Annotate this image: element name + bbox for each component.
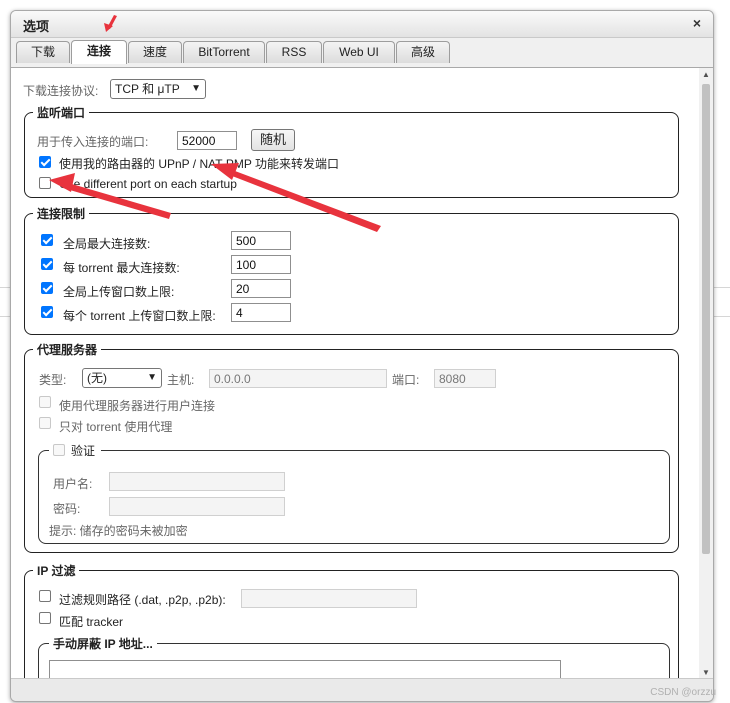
tab-rss[interactable]: RSS	[266, 41, 322, 63]
tab-annotation-arrow	[104, 15, 117, 32]
tab-bittorrent[interactable]: BitTorrent	[183, 41, 265, 63]
annotation-arrow	[63, 182, 171, 219]
dialog-title: 选项	[23, 19, 50, 34]
vertical-scrollbar[interactable]: ▲ ▼	[699, 68, 713, 680]
options-dialog: 选项 × 下载 连接 速度 BitTorrent RSS Web UI 高级 下…	[10, 10, 714, 702]
tab-download[interactable]: 下载	[16, 41, 70, 63]
connection-settings: 下载连接协议: TCP 和 μTP ▼ 监听端口 用于传入连接的端口: 5200…	[11, 68, 695, 680]
tab-connection[interactable]: 连接	[71, 40, 127, 64]
tab-speed[interactable]: 速度	[128, 41, 182, 63]
close-icon[interactable]: ×	[689, 15, 705, 31]
tab-panel: 下载连接协议: TCP 和 μTP ▼ 监听端口 用于传入连接的端口: 5200…	[11, 67, 713, 680]
annotation-arrowhead	[49, 173, 75, 192]
annotation-arrowhead	[211, 163, 239, 180]
scroll-up-icon[interactable]: ▲	[699, 68, 713, 82]
tab-advanced[interactable]: 高级	[396, 41, 450, 63]
dialog-statusbar	[11, 678, 713, 701]
watermark: CSDN @orzzu	[650, 687, 716, 698]
scrollbar-thumb[interactable]	[702, 84, 710, 554]
tab-webui[interactable]: Web UI	[323, 41, 395, 63]
annotation-overlay	[49, 163, 381, 232]
annotation-arrow	[227, 168, 381, 232]
